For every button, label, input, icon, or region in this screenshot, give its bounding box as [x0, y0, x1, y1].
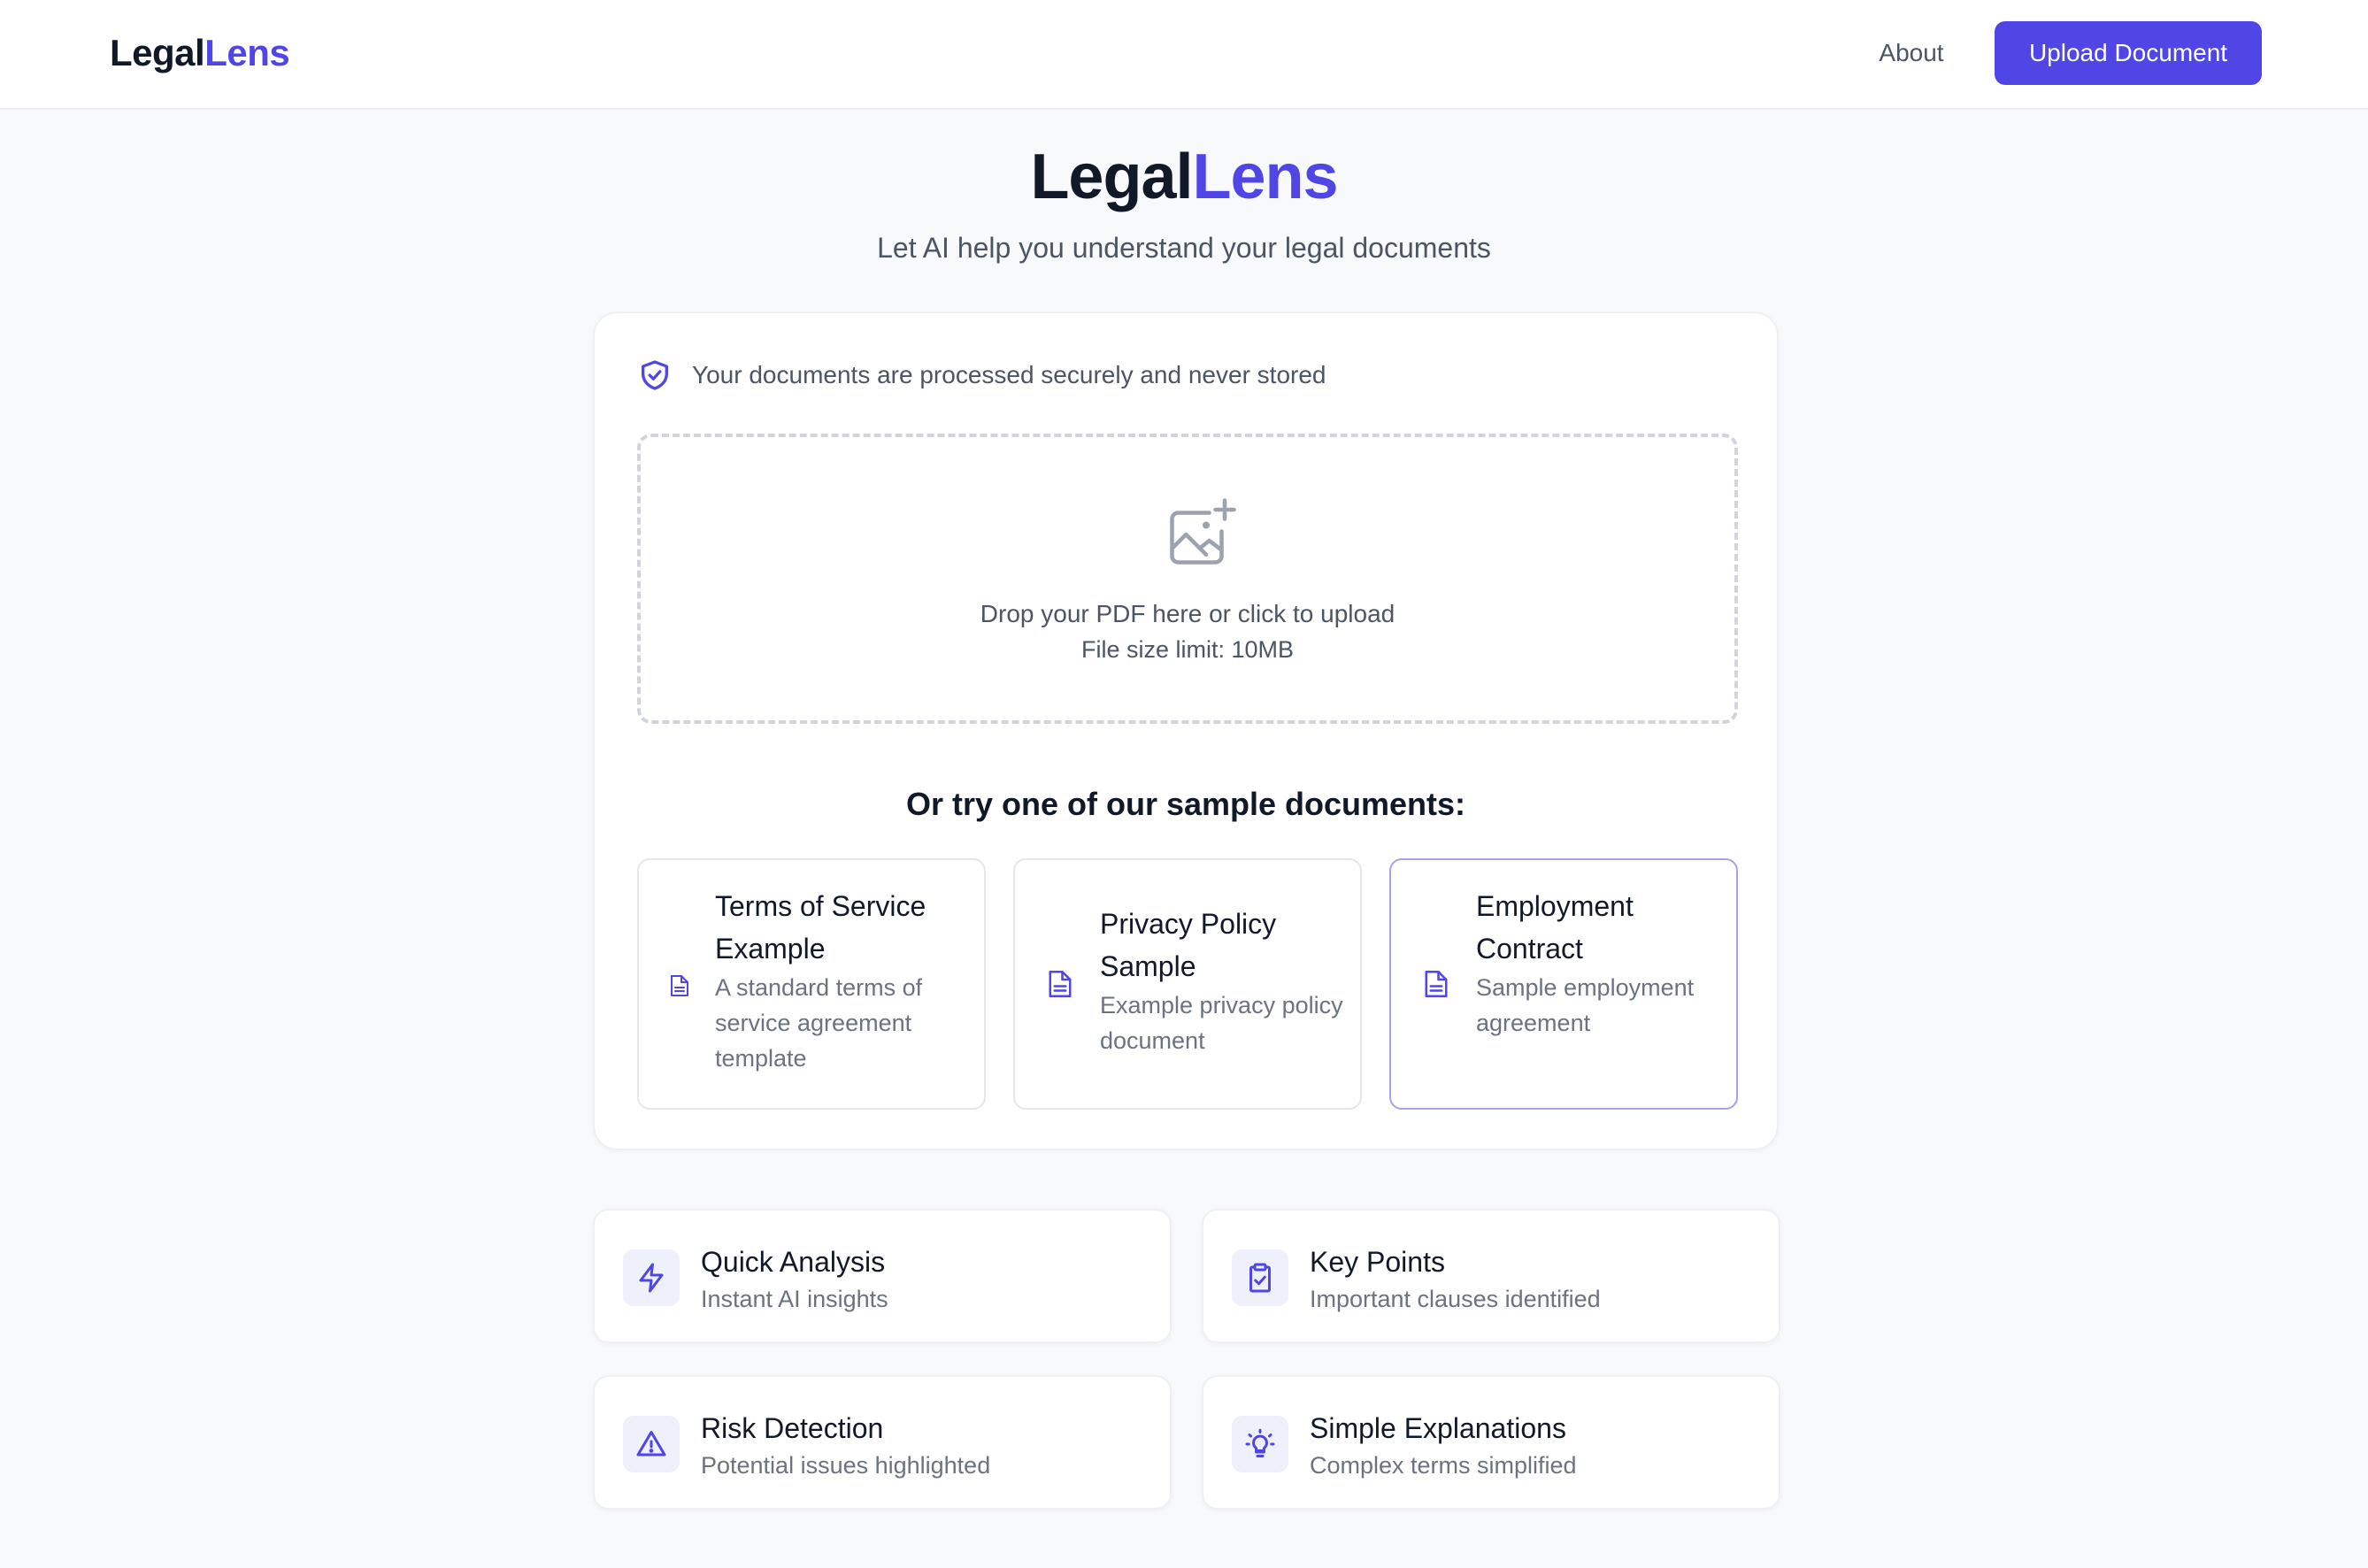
- security-notice-text: Your documents are processed securely an…: [692, 361, 1326, 388]
- brand-logo-part1: Legal: [110, 32, 205, 73]
- hero-title-part1: Legal: [1030, 142, 1193, 212]
- sample-document-privacy-policy[interactable]: Privacy Policy Sample Example privacy po…: [1013, 858, 1362, 1110]
- hero-title: LegalLens: [0, 135, 2368, 219]
- sample-text: Privacy Policy Sample Example privacy po…: [1100, 903, 1357, 1058]
- feature-title: Key Points: [1310, 1246, 1445, 1278]
- sample-description: Sample employment agreement: [1476, 974, 1695, 1036]
- file-dropzone[interactable]: Drop your PDF here or click to upload Fi…: [637, 434, 1738, 724]
- upload-card: Your documents are processed securely an…: [593, 311, 1779, 1150]
- feature-card-quick-analysis: Quick Analysis Instant AI insights: [593, 1209, 1172, 1343]
- dropzone-instructions: Drop your PDF here or click to upload: [980, 600, 1395, 627]
- feature-icon-container: [1232, 1249, 1288, 1306]
- nav-about-link[interactable]: About: [1841, 35, 1982, 71]
- sample-title: Privacy Policy Sample: [1100, 908, 1277, 982]
- feature-card-key-points: Key Points Important clauses identified: [1202, 1209, 1780, 1343]
- feature-card-simple-explanations: Simple Explanations Complex terms simpli…: [1202, 1375, 1780, 1510]
- feature-icon-container: [1232, 1416, 1288, 1472]
- sample-description: A standard terms of service agreement te…: [715, 974, 923, 1072]
- brand-logo[interactable]: LegalLens: [110, 28, 290, 78]
- document-icon: [1425, 971, 1448, 997]
- shield-check-icon: [642, 360, 668, 390]
- feature-subtitle: Important clauses identified: [1310, 1286, 1601, 1312]
- hero-title-part2: Lens: [1192, 142, 1339, 212]
- lightning-icon: [639, 1263, 664, 1293]
- document-icon: [671, 975, 688, 996]
- feature-card-risk-detection: Risk Detection Potential issues highligh…: [593, 1375, 1172, 1510]
- samples-heading: Or try one of our sample documents:: [905, 786, 1466, 822]
- feature-subtitle: Instant AI insights: [701, 1286, 888, 1312]
- file-size-limit: File size limit: 10MB: [1080, 636, 1295, 663]
- security-notice: Your documents are processed securely an…: [637, 356, 1326, 395]
- feature-subtitle: Complex terms simplified: [1310, 1452, 1577, 1479]
- sample-description: Example privacy policy document: [1100, 992, 1343, 1054]
- feature-title: Risk Detection: [701, 1412, 884, 1444]
- sample-text: Employment Contract Sample employment ag…: [1476, 885, 1733, 1041]
- sample-text: Terms of Service Example A standard term…: [715, 885, 972, 1076]
- sample-document-terms-of-service[interactable]: Terms of Service Example A standard term…: [637, 858, 986, 1110]
- hero-subtitle: Let AI help you understand your legal do…: [877, 232, 1491, 264]
- feature-icon-container: [623, 1416, 680, 1472]
- sample-title: Employment Contract: [1476, 890, 1634, 965]
- feature-subtitle: Potential issues highlighted: [701, 1452, 991, 1479]
- clipboard-check-icon: [1249, 1263, 1271, 1293]
- image-plus-icon: [1170, 498, 1236, 565]
- warning-triangle-icon: [636, 1431, 666, 1457]
- feature-icon-container: [623, 1249, 680, 1306]
- feature-title: Quick Analysis: [701, 1246, 886, 1278]
- sample-title: Terms of Service Example: [715, 890, 926, 965]
- brand-logo-part2: Lens: [204, 32, 290, 73]
- lightbulb-icon: [1245, 1428, 1275, 1457]
- feature-title: Simple Explanations: [1310, 1412, 1566, 1444]
- upload-document-button[interactable]: Upload Document: [1995, 21, 2262, 85]
- document-icon: [1049, 971, 1072, 997]
- sample-document-employment-contract[interactable]: Employment Contract Sample employment ag…: [1389, 858, 1738, 1110]
- top-navbar: LegalLens About Upload Document: [0, 0, 2368, 110]
